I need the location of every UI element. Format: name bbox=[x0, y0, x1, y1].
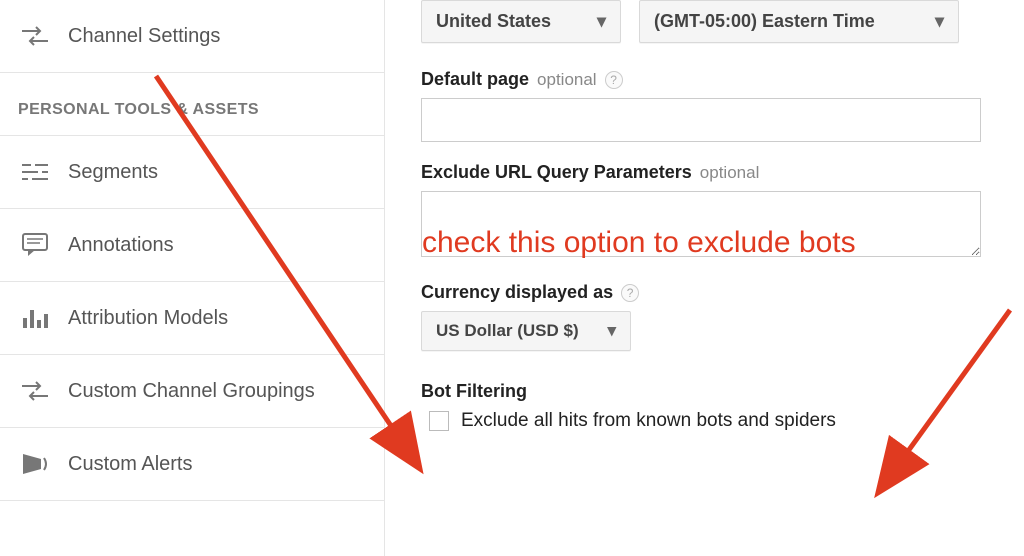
chevron-down-icon: ▾ bbox=[607, 321, 616, 341]
bot-filtering-label: Bot Filtering bbox=[421, 381, 527, 402]
sidebar-item-custom-alerts[interactable]: Custom Alerts bbox=[0, 428, 384, 501]
currency-group: Currency displayed as ? US Dollar (USD $… bbox=[421, 282, 1004, 351]
sidebar-item-attribution-models[interactable]: Attribution Models bbox=[0, 282, 384, 355]
sidebar-item-custom-channel-groupings[interactable]: Custom Channel Groupings bbox=[0, 355, 384, 428]
bot-filtering-checkbox-label: Exclude all hits from known bots and spi… bbox=[461, 410, 836, 432]
optional-text: optional bbox=[537, 70, 597, 90]
bot-filtering-group: Bot Filtering Exclude all hits from know… bbox=[421, 381, 1004, 432]
currency-dropdown-value: US Dollar (USD $) bbox=[436, 321, 579, 341]
segments-icon bbox=[18, 158, 52, 186]
attribution-models-icon bbox=[18, 304, 52, 332]
sidebar-item-channel-settings[interactable]: Channel Settings bbox=[0, 0, 384, 73]
chevron-down-icon: ▾ bbox=[597, 11, 606, 32]
sidebar-item-segments[interactable]: Segments bbox=[0, 136, 384, 209]
sidebar-item-label: Custom Channel Groupings bbox=[68, 380, 315, 403]
exclude-url-label: Exclude URL Query Parameters bbox=[421, 162, 692, 183]
currency-label: Currency displayed as bbox=[421, 282, 613, 303]
default-page-input[interactable] bbox=[421, 98, 981, 142]
default-page-group: Default page optional ? bbox=[421, 69, 1004, 142]
sidebar: Channel Settings PERSONAL TOOLS & ASSETS… bbox=[0, 0, 385, 556]
sidebar-item-label: Attribution Models bbox=[68, 307, 228, 330]
sidebar-section-header: PERSONAL TOOLS & ASSETS bbox=[0, 73, 384, 136]
help-icon[interactable]: ? bbox=[605, 71, 623, 89]
sidebar-item-label: Segments bbox=[68, 161, 158, 184]
main-panel: United States ▾ (GMT-05:00) Eastern Time… bbox=[385, 0, 1024, 556]
country-dropdown-value: United States bbox=[436, 11, 551, 32]
custom-channel-groupings-icon bbox=[18, 377, 52, 405]
custom-alerts-icon bbox=[18, 450, 52, 478]
timezone-dropdown-value: (GMT-05:00) Eastern Time bbox=[654, 11, 875, 32]
annotations-icon bbox=[18, 231, 52, 259]
annotation-text: check this option to exclude bots bbox=[422, 224, 982, 262]
sidebar-item-annotations[interactable]: Annotations bbox=[0, 209, 384, 282]
optional-text: optional bbox=[700, 163, 760, 183]
sidebar-item-label: Annotations bbox=[68, 234, 174, 257]
default-page-label: Default page bbox=[421, 69, 529, 90]
currency-dropdown[interactable]: US Dollar (USD $) ▾ bbox=[421, 311, 631, 351]
sidebar-item-label: Channel Settings bbox=[68, 25, 220, 48]
help-icon[interactable]: ? bbox=[621, 284, 639, 302]
chevron-down-icon: ▾ bbox=[935, 11, 944, 32]
timezone-dropdown[interactable]: (GMT-05:00) Eastern Time ▾ bbox=[639, 0, 959, 43]
channel-settings-icon bbox=[18, 22, 52, 50]
bot-filtering-checkbox[interactable] bbox=[429, 411, 449, 431]
country-dropdown[interactable]: United States ▾ bbox=[421, 0, 621, 43]
sidebar-item-label: Custom Alerts bbox=[68, 453, 192, 476]
